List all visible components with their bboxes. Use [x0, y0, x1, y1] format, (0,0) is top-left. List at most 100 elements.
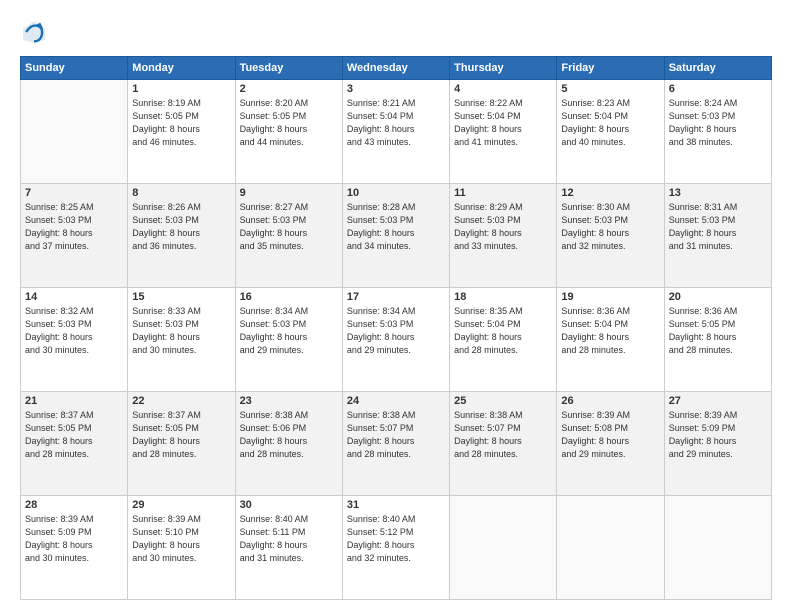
day-info: Sunrise: 8:39 AM Sunset: 5:08 PM Dayligh… [561, 409, 659, 461]
day-number: 2 [240, 83, 338, 95]
day-cell: 30 Sunrise: 8:40 AM Sunset: 5:11 PM Dayli… [235, 496, 342, 600]
week-row-4: 21 Sunrise: 8:37 AM Sunset: 5:05 PM Dayli… [21, 392, 772, 496]
day-number: 31 [347, 499, 445, 511]
day-number: 11 [454, 187, 552, 199]
week-row-2: 7 Sunrise: 8:25 AM Sunset: 5:03 PM Daylig… [21, 184, 772, 288]
day-cell: 15 Sunrise: 8:33 AM Sunset: 5:03 PM Dayli… [128, 288, 235, 392]
day-info: Sunrise: 8:26 AM Sunset: 5:03 PM Dayligh… [132, 201, 230, 253]
day-number: 24 [347, 395, 445, 407]
col-header-sunday: Sunday [21, 57, 128, 80]
day-info: Sunrise: 8:23 AM Sunset: 5:04 PM Dayligh… [561, 97, 659, 149]
day-info: Sunrise: 8:20 AM Sunset: 5:05 PM Dayligh… [240, 97, 338, 149]
day-info: Sunrise: 8:25 AM Sunset: 5:03 PM Dayligh… [25, 201, 123, 253]
day-cell [664, 496, 771, 600]
day-cell: 18Sunrise: 8:35 AM Sunset: 5:04 PM Dayli… [450, 288, 557, 392]
day-cell: 21 Sunrise: 8:37 AM Sunset: 5:05 PM Dayli… [21, 392, 128, 496]
day-cell: 10 Sunrise: 8:28 AM Sunset: 5:03 PM Dayli… [342, 184, 449, 288]
header [20, 18, 772, 46]
day-cell: 3Sunrise: 8:21 AM Sunset: 5:04 PM Daylig… [342, 80, 449, 184]
day-info: Sunrise: 8:38 AM Sunset: 5:07 PM Dayligh… [347, 409, 445, 461]
day-cell: 20 Sunrise: 8:36 AM Sunset: 5:05 PM Dayli… [664, 288, 771, 392]
day-info: Sunrise: 8:36 AM Sunset: 5:05 PM Dayligh… [669, 305, 767, 357]
day-number: 26 [561, 395, 659, 407]
col-header-wednesday: Wednesday [342, 57, 449, 80]
day-cell: 9Sunrise: 8:27 AM Sunset: 5:03 PM Daylig… [235, 184, 342, 288]
week-row-3: 14Sunrise: 8:32 AM Sunset: 5:03 PM Dayli… [21, 288, 772, 392]
day-cell: 28 Sunrise: 8:39 AM Sunset: 5:09 PM Dayli… [21, 496, 128, 600]
col-header-thursday: Thursday [450, 57, 557, 80]
day-number: 10 [347, 187, 445, 199]
day-number: 6 [669, 83, 767, 95]
day-cell: 26 Sunrise: 8:39 AM Sunset: 5:08 PM Dayli… [557, 392, 664, 496]
logo [20, 18, 50, 46]
day-cell: 4Sunrise: 8:22 AM Sunset: 5:04 PM Daylig… [450, 80, 557, 184]
day-cell: 2 Sunrise: 8:20 AM Sunset: 5:05 PM Daylig… [235, 80, 342, 184]
day-number: 8 [132, 187, 230, 199]
day-number: 29 [132, 499, 230, 511]
day-number: 18 [454, 291, 552, 303]
day-info: Sunrise: 8:34 AM Sunset: 5:03 PM Dayligh… [347, 305, 445, 357]
day-info: Sunrise: 8:28 AM Sunset: 5:03 PM Dayligh… [347, 201, 445, 253]
day-cell: 5 Sunrise: 8:23 AM Sunset: 5:04 PM Daylig… [557, 80, 664, 184]
day-cell: 19 Sunrise: 8:36 AM Sunset: 5:04 PM Dayli… [557, 288, 664, 392]
day-number: 23 [240, 395, 338, 407]
day-number: 7 [25, 187, 123, 199]
day-number: 21 [25, 395, 123, 407]
day-info: Sunrise: 8:34 AM Sunset: 5:03 PM Dayligh… [240, 305, 338, 357]
day-cell [21, 80, 128, 184]
day-info: Sunrise: 8:39 AM Sunset: 5:09 PM Dayligh… [669, 409, 767, 461]
week-row-5: 28 Sunrise: 8:39 AM Sunset: 5:09 PM Dayli… [21, 496, 772, 600]
day-info: Sunrise: 8:27 AM Sunset: 5:03 PM Dayligh… [240, 201, 338, 253]
day-cell: 24 Sunrise: 8:38 AM Sunset: 5:07 PM Dayli… [342, 392, 449, 496]
day-number: 13 [669, 187, 767, 199]
day-cell: 27 Sunrise: 8:39 AM Sunset: 5:09 PM Dayli… [664, 392, 771, 496]
day-number: 19 [561, 291, 659, 303]
day-info: Sunrise: 8:24 AM Sunset: 5:03 PM Dayligh… [669, 97, 767, 149]
day-cell [450, 496, 557, 600]
day-info: Sunrise: 8:39 AM Sunset: 5:10 PM Dayligh… [132, 513, 230, 565]
day-cell: 17 Sunrise: 8:34 AM Sunset: 5:03 PM Dayli… [342, 288, 449, 392]
day-number: 12 [561, 187, 659, 199]
day-number: 28 [25, 499, 123, 511]
day-cell: 12 Sunrise: 8:30 AM Sunset: 5:03 PM Dayli… [557, 184, 664, 288]
day-cell [557, 496, 664, 600]
col-header-friday: Friday [557, 57, 664, 80]
day-number: 25 [454, 395, 552, 407]
day-cell: 22Sunrise: 8:37 AM Sunset: 5:05 PM Dayli… [128, 392, 235, 496]
day-info: Sunrise: 8:29 AM Sunset: 5:03 PM Dayligh… [454, 201, 552, 253]
logo-icon [20, 18, 48, 46]
day-number: 22 [132, 395, 230, 407]
calendar-table: SundayMondayTuesdayWednesdayThursdayFrid… [20, 56, 772, 600]
day-number: 4 [454, 83, 552, 95]
day-info: Sunrise: 8:40 AM Sunset: 5:12 PM Dayligh… [347, 513, 445, 565]
day-info: Sunrise: 8:36 AM Sunset: 5:04 PM Dayligh… [561, 305, 659, 357]
day-cell: 25 Sunrise: 8:38 AM Sunset: 5:07 PM Dayli… [450, 392, 557, 496]
day-number: 30 [240, 499, 338, 511]
day-info: Sunrise: 8:31 AM Sunset: 5:03 PM Dayligh… [669, 201, 767, 253]
day-info: Sunrise: 8:33 AM Sunset: 5:03 PM Dayligh… [132, 305, 230, 357]
day-number: 27 [669, 395, 767, 407]
day-info: Sunrise: 8:38 AM Sunset: 5:07 PM Dayligh… [454, 409, 552, 461]
day-cell: 7 Sunrise: 8:25 AM Sunset: 5:03 PM Daylig… [21, 184, 128, 288]
col-header-tuesday: Tuesday [235, 57, 342, 80]
day-cell: 6 Sunrise: 8:24 AM Sunset: 5:03 PM Daylig… [664, 80, 771, 184]
day-cell: 14Sunrise: 8:32 AM Sunset: 5:03 PM Dayli… [21, 288, 128, 392]
day-number: 15 [132, 291, 230, 303]
day-info: Sunrise: 8:38 AM Sunset: 5:06 PM Dayligh… [240, 409, 338, 461]
day-info: Sunrise: 8:37 AM Sunset: 5:05 PM Dayligh… [25, 409, 123, 461]
day-number: 17 [347, 291, 445, 303]
day-number: 3 [347, 83, 445, 95]
day-info: Sunrise: 8:39 AM Sunset: 5:09 PM Dayligh… [25, 513, 123, 565]
day-info: Sunrise: 8:30 AM Sunset: 5:03 PM Dayligh… [561, 201, 659, 253]
week-row-1: 1Sunrise: 8:19 AM Sunset: 5:05 PM Daylig… [21, 80, 772, 184]
day-number: 16 [240, 291, 338, 303]
day-info: Sunrise: 8:40 AM Sunset: 5:11 PM Dayligh… [240, 513, 338, 565]
day-cell: 8 Sunrise: 8:26 AM Sunset: 5:03 PM Daylig… [128, 184, 235, 288]
day-cell: 29 Sunrise: 8:39 AM Sunset: 5:10 PM Dayli… [128, 496, 235, 600]
day-number: 5 [561, 83, 659, 95]
day-number: 20 [669, 291, 767, 303]
day-cell: 16 Sunrise: 8:34 AM Sunset: 5:03 PM Dayli… [235, 288, 342, 392]
page: SundayMondayTuesdayWednesdayThursdayFrid… [0, 0, 792, 612]
day-cell: 13 Sunrise: 8:31 AM Sunset: 5:03 PM Dayli… [664, 184, 771, 288]
day-cell: 1Sunrise: 8:19 AM Sunset: 5:05 PM Daylig… [128, 80, 235, 184]
